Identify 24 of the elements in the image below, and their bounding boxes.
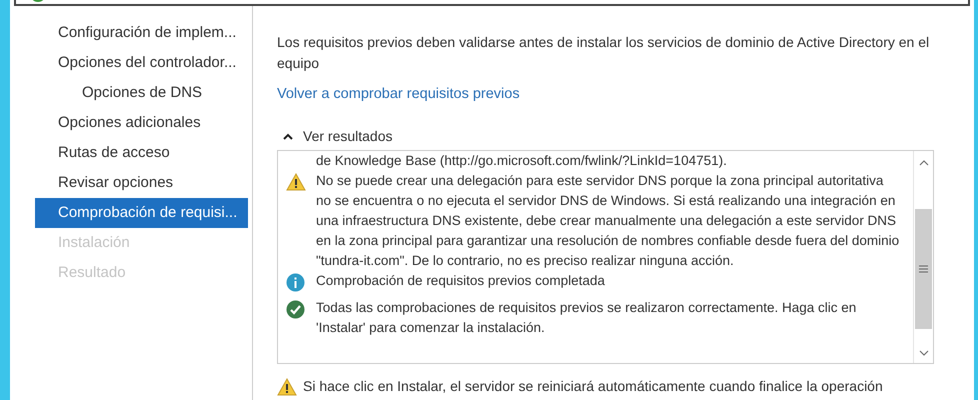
warning-icon — [277, 378, 297, 396]
result-message: de Knowledge Base (http://go.microsoft.com/fwlink/?LinkId=104751). — [316, 152, 728, 170]
scroll-down-icon[interactable] — [918, 349, 928, 357]
restart-warning: Si hace clic en Instalar, el servidor se reiniciará automáticamente cuando finalice la operación — [303, 378, 883, 396]
caret-icon — [283, 132, 293, 140]
grip-icon — [919, 265, 928, 273]
sidebar-item[interactable]: Rutas de acceso — [35, 138, 248, 168]
recheck-link[interactable]: Volver a comprobar requisitos previos — [277, 86, 520, 102]
check-icon — [286, 300, 305, 319]
results-toggle[interactable]: Ver resultados — [277, 128, 392, 144]
sidebar-item[interactable]: Configuración de implem... — [35, 18, 248, 48]
result-message: No se puede crear una delegación para este servidor DNS porque la zona principal autoritativa no se encuentra o no ejecuta el servidor DNS de Windows. Si está realizando una integración en una infraestructura DNS existente, debe crear manualmente una delegación a este servidor DNS en la zona principal para garantizar una resolución de nombres confiable desde fuera del dominio "tundra-it.com". De lo contrario, no es preciso realizar ninguna acción. — [316, 172, 900, 270]
sidebar-item[interactable]: Opciones adicionales — [35, 108, 248, 138]
warning-icon — [286, 173, 306, 191]
sidebar-item[interactable]: Opciones del controlador... — [35, 48, 248, 78]
result-message: Comprobación de requisitos previos completada — [316, 272, 606, 290]
scrollbar[interactable] — [913, 151, 933, 363]
scroll-up-icon[interactable] — [918, 159, 928, 167]
intro-text: Los requisitos previos deben validarse antes de instalar los servicios de dominio de Active Directory en el equipo — [277, 33, 930, 73]
sidebar-item[interactable]: Revisar opciones — [35, 168, 248, 198]
info-icon — [286, 273, 305, 292]
result-message: Todas las comprobaciones de requisitos previos se realizaron correctamente. Haga clic en 'Instalar' para comenzar la instalación. — [316, 299, 858, 337]
sidebar-item[interactable]: Comprobación de requisi... — [35, 198, 248, 228]
sidebar-item[interactable]: Opciones de DNS — [35, 78, 248, 108]
